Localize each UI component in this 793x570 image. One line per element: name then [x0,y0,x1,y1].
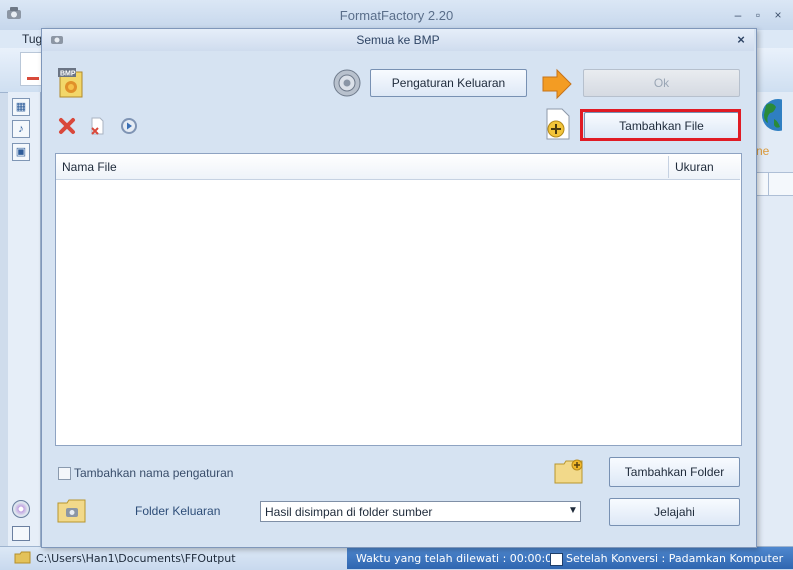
right-panel-text: ne [756,144,770,158]
globe-icon [762,99,782,131]
add-folder-icon[interactable] [554,458,584,484]
output-folder-icon [57,499,86,523]
bmp-badge-text: BMP [60,71,76,78]
file-list-table[interactable] [55,153,742,446]
add-folder-button[interactable]: Tambahkan Folder [609,457,740,487]
elapsed-time-text: Waktu yang telah dilewati : 00:00:00 [356,552,560,565]
close-app-button[interactable]: × [771,9,785,21]
image-category-icon[interactable]: ▣ [12,143,30,161]
file-list-header [56,154,740,180]
dvd-icon[interactable] [12,500,30,518]
main-title-bar: FormatFactory 2.20 – ▫ × [0,0,793,31]
maximize-button[interactable]: ▫ [751,9,765,21]
folder-icon[interactable] [14,551,31,564]
chevron-down-icon[interactable]: ▼ [566,504,580,518]
column-divider[interactable] [668,156,669,178]
output-settings-button[interactable]: Pengaturan Keluaran [370,69,527,97]
after-conversion-label: Setelah Konversi : Padamkan Komputer [566,552,784,565]
left-category-panel: ▦ ♪ ▣ [8,92,41,546]
menu-item-tugas[interactable]: Tug [22,32,42,46]
add-setting-name-label[interactable]: Tambahkan nama pengaturan [74,466,233,480]
output-folder-label: Folder Keluaran [135,504,221,518]
add-setting-name-checkbox[interactable] [58,467,71,480]
dialog-close-button[interactable]: × [734,32,748,47]
clear-list-icon[interactable] [88,117,106,135]
column-header-size[interactable]: Ukuran [675,160,714,174]
minimize-button[interactable]: – [731,9,745,21]
ok-button[interactable]: Ok [583,69,740,97]
format-factory-icon [7,7,21,19]
after-conversion-checkbox[interactable] [550,553,563,566]
remove-icon[interactable] [58,117,76,135]
output-path-text[interactable]: C:\Users\Han1\Documents\FFOutput [36,552,236,565]
add-file-icon[interactable] [545,108,571,140]
browse-button[interactable]: Jelajahi [609,498,740,526]
video-category-icon[interactable]: ▦ [12,98,30,116]
advanced-icon[interactable] [12,526,30,541]
settings-gear-icon[interactable] [332,68,362,98]
arrow-right-icon [542,68,572,100]
app-title: FormatFactory 2.20 [339,8,454,23]
column-header-file-name[interactable]: Nama File [62,160,117,174]
add-file-highlight [580,109,741,141]
audio-category-icon[interactable]: ♪ [12,120,30,138]
play-preview-icon[interactable] [120,117,138,135]
bmp-format-icon: BMP [58,68,83,98]
right-panel [756,92,793,546]
output-folder-select-value[interactable]: Hasil disimpan di folder sumber [265,505,432,519]
right-panel-grid [756,172,793,196]
dialog-title: Semua ke BMP [356,33,440,47]
